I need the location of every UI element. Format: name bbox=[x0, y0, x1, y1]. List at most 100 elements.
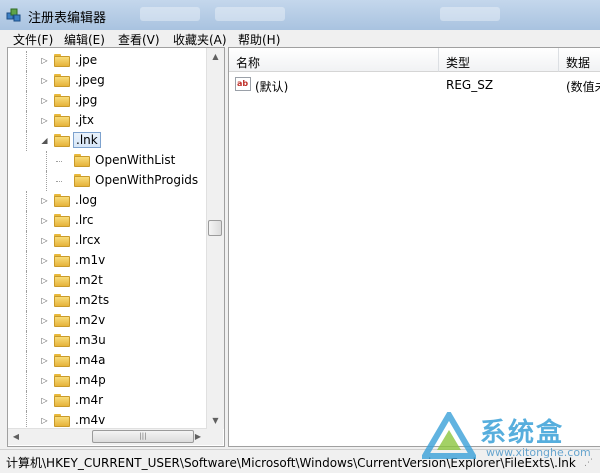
watermark-text: 系统盒 bbox=[480, 418, 565, 448]
tree-item-label: .m1v bbox=[75, 253, 106, 267]
menu-bar: 文件(F) 编辑(E) 查看(V) 收藏夹(A) 帮助(H) bbox=[0, 30, 600, 48]
folder-icon bbox=[54, 254, 70, 267]
tree-guide-line bbox=[56, 181, 62, 182]
menu-favorites[interactable]: 收藏夹(A) bbox=[173, 31, 227, 48]
scroll-right-arrow-icon[interactable]: ▶ bbox=[190, 429, 206, 445]
scroll-up-arrow-icon[interactable]: ▲ bbox=[207, 48, 224, 65]
tree-item[interactable]: ▷ .m4a bbox=[8, 351, 208, 371]
scroll-down-arrow-icon[interactable]: ▼ bbox=[207, 412, 224, 429]
tree-item-label: .m4v bbox=[75, 413, 106, 427]
registry-editor-icon bbox=[6, 8, 21, 22]
collapsed-triangle-icon[interactable]: ▷ bbox=[40, 396, 49, 405]
tree-guide-line bbox=[26, 251, 27, 271]
collapsed-triangle-icon[interactable]: ▷ bbox=[40, 236, 49, 245]
collapsed-triangle-icon[interactable]: ▷ bbox=[40, 356, 49, 365]
collapsed-triangle-icon[interactable]: ▷ bbox=[40, 416, 49, 425]
tree-item-label: .m2t bbox=[75, 273, 103, 287]
collapsed-triangle-icon[interactable]: ▷ bbox=[40, 196, 49, 205]
tree-item[interactable]: OpenWithList bbox=[8, 151, 208, 171]
tree-item-label: .m3u bbox=[75, 333, 106, 347]
tree-item-label: OpenWithProgids bbox=[95, 173, 199, 187]
tree-guide-line bbox=[26, 51, 27, 71]
tree-vertical-scrollbar[interactable]: ▲ ▼ bbox=[206, 48, 224, 429]
collapsed-triangle-icon[interactable]: ▷ bbox=[40, 336, 49, 345]
tree-item[interactable]: ▷ .lrcx bbox=[8, 231, 208, 251]
collapsed-triangle-icon[interactable]: ▷ bbox=[40, 56, 49, 65]
tree-item[interactable]: ▷ .m2t bbox=[8, 271, 208, 291]
tree-item[interactable]: ▷ .m4p bbox=[8, 371, 208, 391]
value-type: REG_SZ bbox=[446, 78, 494, 92]
folder-icon bbox=[54, 114, 70, 127]
menu-view[interactable]: 查看(V) bbox=[118, 31, 160, 48]
tree-item[interactable]: ▷ .jpg bbox=[8, 91, 208, 111]
value-row[interactable]: ab (默认) REG_SZ (数值未 bbox=[229, 75, 600, 95]
tree-item[interactable]: ▷ .jtx bbox=[8, 111, 208, 131]
folder-icon bbox=[54, 74, 70, 87]
tree-item-label: .lrc bbox=[75, 213, 94, 227]
menu-edit[interactable]: 编辑(E) bbox=[64, 31, 105, 48]
tree-item[interactable]: ▷ .jpe bbox=[8, 51, 208, 71]
collapsed-triangle-icon[interactable]: ▷ bbox=[40, 296, 49, 305]
folder-icon bbox=[54, 374, 70, 387]
scroll-left-arrow-icon[interactable]: ◀ bbox=[8, 429, 24, 445]
tree-item[interactable]: ◢ .lnk bbox=[8, 131, 208, 151]
tree-item[interactable]: OpenWithProgids bbox=[8, 171, 208, 191]
tree-item-label: .m2ts bbox=[75, 293, 110, 307]
column-header-type[interactable]: 类型 bbox=[439, 48, 559, 72]
collapsed-triangle-icon[interactable]: ▷ bbox=[40, 216, 49, 225]
collapsed-triangle-icon[interactable]: ▷ bbox=[40, 96, 49, 105]
watermark-url: www.xitonghe.com bbox=[486, 446, 591, 459]
tree-item[interactable]: ▷ .m3u bbox=[8, 331, 208, 351]
tree-item[interactable]: ▷ .m2ts bbox=[8, 291, 208, 311]
title-bar[interactable]: 注册表编辑器 bbox=[0, 0, 600, 30]
tree-horizontal-scrollbar[interactable]: ◀ ||| ▶ bbox=[8, 428, 206, 445]
folder-icon bbox=[54, 334, 70, 347]
collapsed-triangle-icon[interactable]: ▷ bbox=[40, 376, 49, 385]
tree-item[interactable]: ▷ .m2v bbox=[8, 311, 208, 331]
column-header-data[interactable]: 数据 bbox=[559, 48, 600, 72]
tree-horizontal-scroll-thumb[interactable]: ||| bbox=[92, 430, 194, 443]
tree-guide-line bbox=[26, 391, 27, 411]
expanded-triangle-icon[interactable]: ◢ bbox=[40, 136, 49, 145]
tree-item-label: .lrcx bbox=[75, 233, 101, 247]
collapsed-triangle-icon[interactable]: ▷ bbox=[40, 276, 49, 285]
tree-item[interactable]: ▷ .m4r bbox=[8, 391, 208, 411]
menu-help[interactable]: 帮助(H) bbox=[238, 31, 280, 48]
background-window-blur bbox=[140, 7, 200, 21]
menu-file[interactable]: 文件(F) bbox=[13, 31, 53, 48]
tree-guide-line bbox=[56, 161, 62, 162]
tree-item-label: .jpeg bbox=[75, 73, 105, 87]
tree-item-label: .lnk bbox=[73, 132, 101, 148]
folder-icon bbox=[54, 394, 70, 407]
collapsed-triangle-icon[interactable]: ▷ bbox=[40, 76, 49, 85]
registry-values-list[interactable]: 名称 类型 数据 ab (默认) REG_SZ (数值未 bbox=[228, 47, 600, 447]
tree-guide-line bbox=[26, 311, 27, 331]
collapsed-triangle-icon[interactable]: ▷ bbox=[40, 116, 49, 125]
tree-guide-line bbox=[26, 291, 27, 311]
folder-icon bbox=[54, 234, 70, 247]
tree-vertical-scroll-thumb[interactable] bbox=[208, 220, 222, 236]
folder-icon bbox=[54, 134, 70, 147]
tree-guide-line bbox=[26, 231, 27, 251]
collapsed-triangle-icon[interactable]: ▷ bbox=[40, 256, 49, 265]
column-header-name[interactable]: 名称 bbox=[229, 48, 439, 72]
tree-item-label: .jpe bbox=[75, 53, 98, 67]
registry-key-tree[interactable]: ▷ .jpe ▷ .jpeg ▷ .jpg ▷ .jtx ◢ .lnk OpenWithList Op… bbox=[7, 47, 225, 447]
string-value-icon: ab bbox=[235, 77, 251, 91]
tree-item-label: .log bbox=[75, 193, 98, 207]
tree-guide-line bbox=[26, 111, 27, 131]
folder-icon bbox=[54, 414, 70, 427]
tree-item[interactable]: ▷ .lrc bbox=[8, 211, 208, 231]
folder-icon bbox=[54, 214, 70, 227]
folder-icon bbox=[54, 314, 70, 327]
tree-item[interactable]: ▷ .m1v bbox=[8, 251, 208, 271]
tree-guide-line bbox=[46, 171, 47, 191]
tree-item[interactable]: ▷ .log bbox=[8, 191, 208, 211]
tree-item[interactable]: ▷ .jpeg bbox=[8, 71, 208, 91]
value-data: (数值未 bbox=[566, 80, 600, 94]
tree-guide-line bbox=[26, 131, 27, 151]
folder-icon bbox=[54, 54, 70, 67]
collapsed-triangle-icon[interactable]: ▷ bbox=[40, 316, 49, 325]
folder-icon bbox=[54, 94, 70, 107]
watermark-triangle-icon bbox=[422, 412, 476, 459]
